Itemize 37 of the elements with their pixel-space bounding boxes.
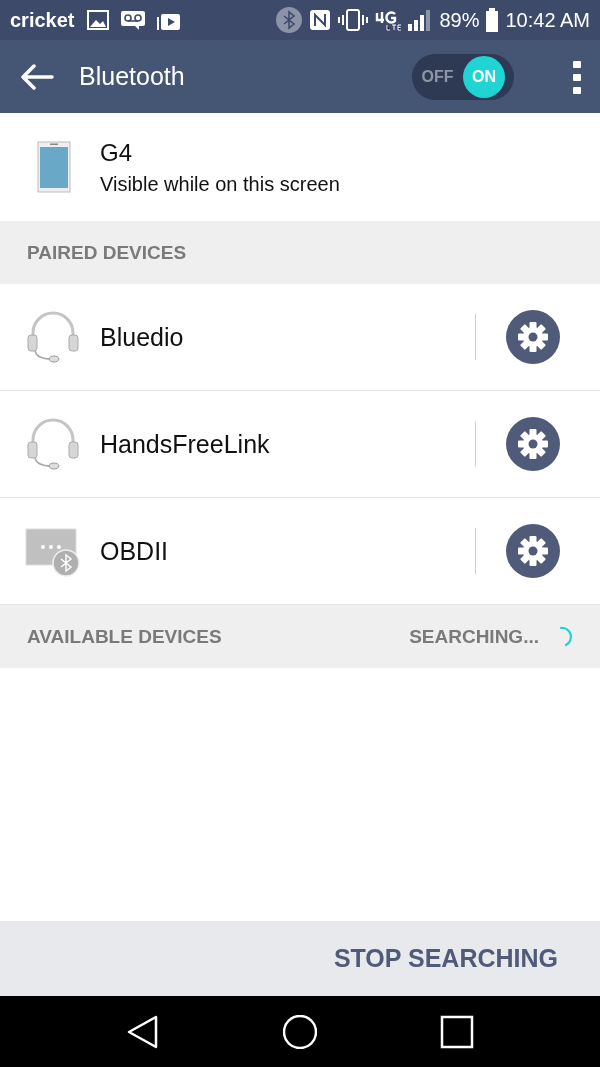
loading-spinner-icon <box>559 625 573 648</box>
section-header: AVAILABLE DEVICES <box>27 625 222 648</box>
signal-icon <box>408 9 433 31</box>
battery-percent: 89% <box>439 8 480 32</box>
settings-icon[interactable] <box>506 310 560 364</box>
vibrate-icon <box>338 9 369 31</box>
headset-icon <box>25 309 81 365</box>
bluetooth-icon <box>276 7 303 33</box>
headset-icon <box>25 416 81 472</box>
bluetooth-toggle[interactable]: OFF ON <box>412 53 514 100</box>
device-row[interactable]: HandsFreeLink <box>0 391 600 498</box>
settings-icon[interactable] <box>506 524 560 578</box>
battery-icon <box>486 8 499 32</box>
network-4g-lte-icon <box>375 9 402 31</box>
device-row[interactable]: Bluedio <box>0 284 600 391</box>
recent-apps-icon[interactable] <box>439 1014 474 1049</box>
device-name: HandsFreeLink <box>100 429 271 459</box>
device-name: OBDII <box>100 536 170 566</box>
more-options-icon[interactable] <box>572 59 582 94</box>
section-header: PAIRED DEVICES <box>27 241 187 264</box>
device-name: G4 <box>100 138 133 167</box>
search-status: SEARCHING... <box>409 625 539 648</box>
device-row[interactable]: OBDII <box>0 498 600 605</box>
settings-icon[interactable] <box>506 417 560 471</box>
stop-searching-button[interactable]: STOP SEARCHING <box>329 938 562 979</box>
screen-title: Bluetooth <box>79 62 186 91</box>
visibility-text: Visible while on this screen <box>100 172 340 196</box>
phone-icon <box>37 141 71 193</box>
device-name: Bluedio <box>100 322 185 352</box>
voicemail-icon <box>120 10 145 30</box>
back-arrow-icon[interactable] <box>20 63 54 90</box>
bluetooth-device-icon <box>25 525 81 577</box>
clock: 10:42 AM <box>505 8 590 32</box>
nfc-icon <box>309 9 332 31</box>
carrier-name: cricket <box>10 8 75 32</box>
image-icon <box>86 10 109 30</box>
home-icon[interactable] <box>283 1014 317 1049</box>
